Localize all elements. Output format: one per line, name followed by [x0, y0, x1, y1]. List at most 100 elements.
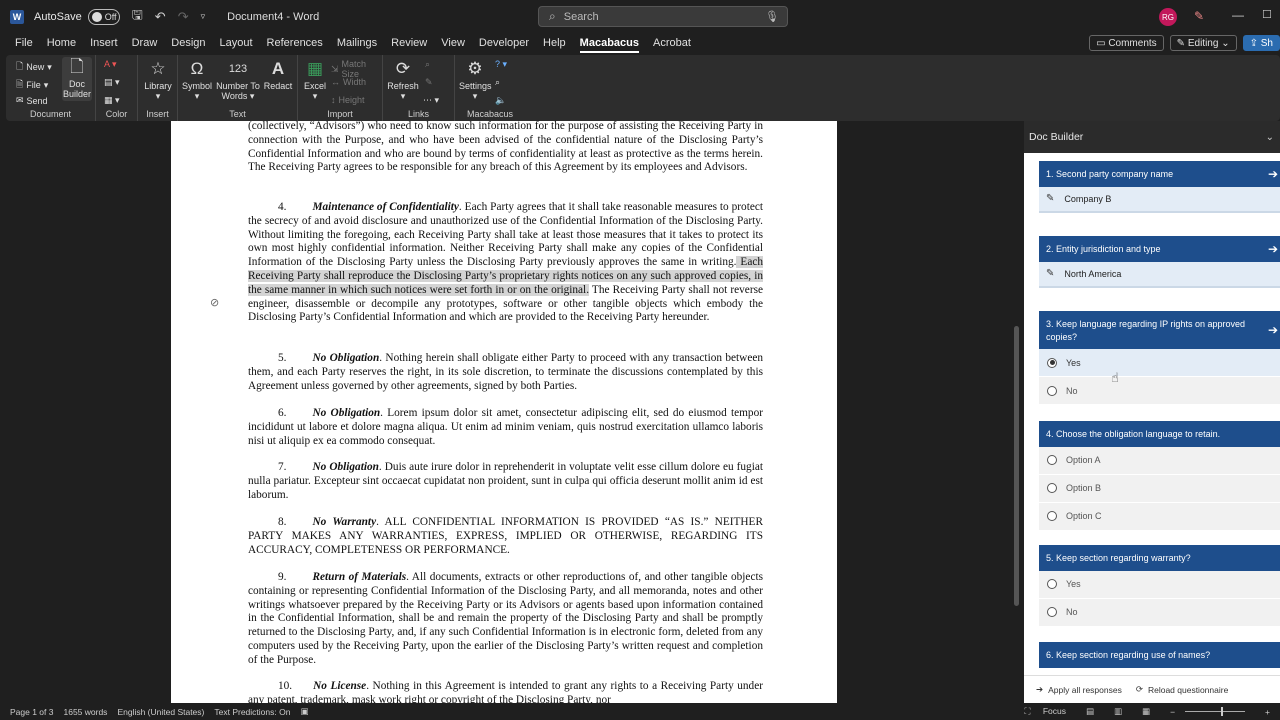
read-mode-icon[interactable]: ▤ [1086, 706, 1094, 717]
tab-references[interactable]: References [267, 37, 323, 49]
option-a[interactable]: Option A [1039, 446, 1280, 475]
zoom-in-icon[interactable]: + [1265, 707, 1270, 717]
zoom-slider[interactable] [1185, 707, 1246, 716]
redact-button[interactable]: A Redact [262, 59, 294, 91]
tab-acrobat[interactable]: Acrobat [653, 37, 691, 49]
redo-icon[interactable]: ↷ [178, 9, 189, 25]
arrow-right-icon[interactable]: ➔ [1268, 242, 1278, 256]
question-header[interactable]: 2. Entity jurisdiction and type ➔ [1039, 236, 1280, 262]
option-b[interactable]: Option B [1039, 474, 1280, 503]
help-icon[interactable]: ? ▾ [495, 59, 507, 70]
undo-icon[interactable]: ↶ [155, 9, 166, 25]
radio-unselected[interactable] [1047, 455, 1057, 465]
question-header[interactable]: 6. Keep section regarding use of names? [1039, 642, 1280, 668]
radio-unselected[interactable] [1047, 607, 1057, 617]
excel-button[interactable]: ▦ Excel ▾ [302, 59, 328, 101]
tab-review[interactable]: Review [391, 37, 427, 49]
reload-button[interactable]: ⟳ Reload questionnaire [1136, 684, 1228, 695]
focus-button[interactable]: ⛶ Focus [1014, 706, 1065, 717]
page-count[interactable]: Page 1 of 3 [10, 707, 53, 717]
tab-developer[interactable]: Developer [479, 37, 529, 49]
height-button[interactable]: ↕ Height [331, 95, 365, 105]
radio-unselected[interactable] [1047, 483, 1057, 493]
tab-design[interactable]: Design [171, 37, 205, 49]
tab-home[interactable]: Home [47, 37, 76, 49]
autosave-toggle[interactable]: Off [87, 8, 120, 25]
search-settings-icon[interactable]: ⌕ [495, 77, 500, 88]
question-header[interactable]: 5. Keep section regarding warranty? [1039, 545, 1280, 571]
option-c[interactable]: Option C [1039, 502, 1280, 531]
refresh-button[interactable]: ⟳ Refresh ▾ [387, 59, 419, 101]
omega-icon: Ω [190, 59, 204, 78]
tab-layout[interactable]: Layout [220, 37, 253, 49]
link-edit-icon[interactable]: ✎ [425, 77, 433, 88]
more-links-icon[interactable]: ⋯ ▾ [423, 95, 439, 106]
option-yes[interactable]: Yes [1039, 349, 1280, 377]
question-header[interactable]: 1. Second party company name ➔ [1039, 161, 1280, 187]
print-layout-icon[interactable]: ▥ [1114, 706, 1122, 717]
tab-draw[interactable]: Draw [132, 37, 158, 49]
file-button[interactable]: 🗎 File ▾ [16, 77, 48, 93]
document-scrollbar[interactable] [1012, 121, 1022, 703]
answer-field[interactable]: ✎ Company B [1039, 186, 1280, 213]
question-header[interactable]: 4. Choose the obligation language to ret… [1039, 421, 1280, 447]
accessibility-icon[interactable]: ▣ [300, 706, 308, 717]
settings-button[interactable]: ⚙ Settings ▾ [459, 59, 492, 101]
border-color-icon[interactable]: ▦ ▾ [104, 95, 120, 106]
document-page[interactable]: (collectively, “Advisors”) who need to k… [171, 121, 837, 703]
designer-pen-icon[interactable]: ✎ [1194, 9, 1204, 23]
send-button[interactable]: ✉ Send [16, 95, 48, 106]
questionnaire-list[interactable]: 1. Second party company name ➔ ✎ Company B… [1024, 153, 1280, 675]
arrow-right-icon[interactable]: ➔ [1268, 167, 1278, 181]
radio-unselected[interactable] [1047, 579, 1057, 589]
option-no[interactable]: No [1039, 377, 1280, 405]
search-box[interactable]: ⌕ Search 🎙 [538, 6, 788, 27]
apply-all-button[interactable]: ➔ Apply all responses [1036, 684, 1122, 695]
pane-footer: ➔ Apply all responses ⟳ Reload questionnai… [1024, 675, 1280, 703]
question-header[interactable]: 3. Keep language regarding IP rights on … [1039, 311, 1280, 349]
customize-toolbar-icon[interactable]: ▿ [201, 11, 206, 22]
radio-unselected[interactable] [1047, 511, 1057, 521]
option-yes[interactable]: Yes [1039, 570, 1280, 599]
comments-button[interactable]: ▭ Comments [1089, 35, 1164, 51]
number-to-words-button[interactable]: 123 Number To Words ▾ [216, 59, 260, 101]
new-button[interactable]: 🗋 New ▾ [16, 59, 52, 75]
tab-mailings[interactable]: Mailings [337, 37, 377, 49]
document-area[interactable]: (collectively, “Advisors”) who need to k… [0, 121, 1024, 703]
tab-view[interactable]: View [441, 37, 465, 49]
content-control-anchor-icon[interactable]: ⊘ [210, 296, 219, 309]
tab-help[interactable]: Help [543, 37, 566, 49]
user-avatar[interactable]: RG [1159, 8, 1177, 26]
maximize-icon[interactable]: ☐ [1262, 8, 1272, 21]
microphone-icon[interactable]: 🎙 [765, 10, 779, 23]
radio-unselected[interactable] [1047, 385, 1057, 396]
symbol-button[interactable]: Ω Symbol ▾ [182, 59, 212, 101]
font-color-icon[interactable]: A ▾ [104, 59, 117, 70]
tab-macabacus[interactable]: Macabacus [579, 37, 640, 53]
web-layout-icon[interactable]: ▦ [1142, 706, 1150, 717]
minimize-icon[interactable]: — [1232, 8, 1244, 22]
find-link-icon[interactable]: ⌕ [425, 59, 430, 70]
share-button[interactable]: ⇪ Sh [1242, 35, 1280, 51]
match-size-button[interactable]: ⇲ Match Size [331, 59, 382, 79]
speaker-icon[interactable]: 🔈 [495, 95, 506, 106]
answer-field[interactable]: ✎ North America [1039, 261, 1280, 288]
section-number: 5. [278, 352, 287, 364]
editing-button[interactable]: ✎ Editing ⌄ [1169, 35, 1237, 51]
width-button[interactable]: ↔ Width [331, 77, 366, 87]
radio-selected[interactable] [1047, 357, 1057, 368]
text-predictions[interactable]: Text Predictions: On [214, 707, 290, 717]
tab-file[interactable]: File [15, 37, 33, 49]
tab-insert[interactable]: Insert [90, 37, 118, 49]
arrow-right-icon[interactable]: ➔ [1268, 324, 1278, 337]
library-button[interactable]: ☆ Library ▾ [143, 59, 173, 101]
scrollbar-thumb[interactable] [1014, 326, 1019, 606]
chevron-down-icon[interactable]: ⌄ [1266, 132, 1274, 143]
doc-builder-button[interactable]: 🗋 Doc Builder [62, 57, 92, 101]
zoom-out-icon[interactable]: − [1170, 707, 1175, 717]
fill-color-icon[interactable]: ▤ ▾ [104, 77, 120, 88]
language[interactable]: English (United States) [117, 707, 204, 717]
option-no[interactable]: No [1039, 598, 1280, 627]
word-count[interactable]: 1655 words [63, 707, 107, 717]
save-icon[interactable]: 🖫 [132, 6, 143, 28]
